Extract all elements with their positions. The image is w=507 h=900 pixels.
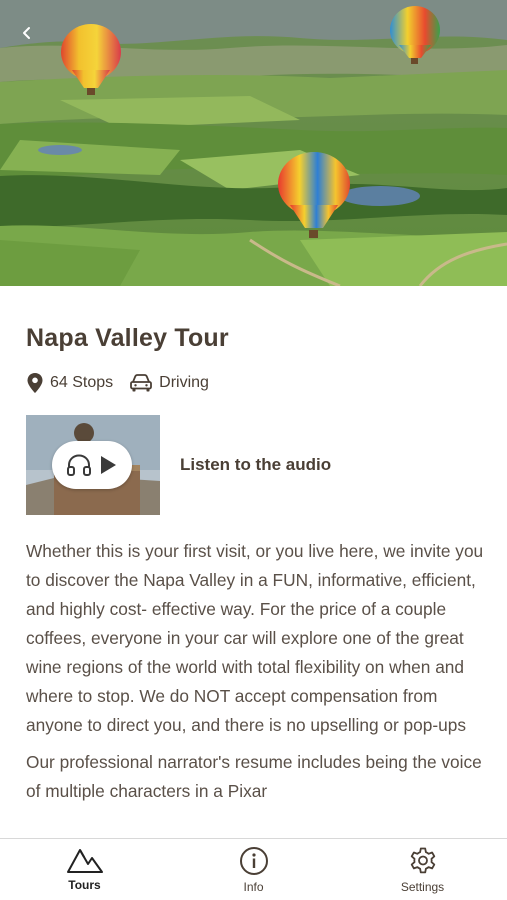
mode-info: Driving	[129, 373, 209, 393]
back-button[interactable]	[14, 20, 40, 46]
car-icon	[130, 374, 153, 392]
tab-settings[interactable]: Settings	[338, 839, 507, 900]
stops-info: 64 Stops	[26, 372, 113, 394]
mountain-icon	[66, 849, 103, 873]
hero-image	[0, 0, 507, 286]
play-audio-button[interactable]	[52, 441, 132, 489]
tour-meta: 64 Stops Driving	[26, 372, 225, 394]
stops-count: 64 Stops	[50, 374, 114, 391]
bottom-tab-bar: Tours Info Settings	[0, 838, 507, 900]
play-icon	[101, 456, 116, 474]
listen-audio-label[interactable]: Listen to the audio	[180, 455, 331, 475]
chevron-left-icon	[23, 27, 30, 39]
audio-player-row[interactable]: Listen to the audio	[26, 415, 486, 515]
location-pin-icon	[27, 373, 43, 393]
tour-description: Whether this is your first visit, or you…	[26, 537, 486, 814]
tab-info[interactable]: Info	[169, 839, 338, 900]
gear-icon	[410, 847, 435, 874]
travel-mode: Driving	[159, 374, 209, 391]
audio-thumbnail[interactable]	[26, 415, 160, 515]
headphones-icon	[67, 454, 91, 476]
tour-detail: Napa Valley Tour 64 Stops Driving Listen…	[0, 286, 507, 838]
info-icon	[239, 847, 268, 875]
tab-label: Settings	[400, 880, 445, 894]
description-paragraph: Our professional narrator's resume inclu…	[26, 752, 482, 801]
tour-title: Napa Valley Tour	[26, 324, 229, 352]
description-paragraph: Whether this is your first visit, or you…	[26, 541, 484, 735]
tab-label: Info	[243, 880, 264, 894]
tab-label: Tours	[68, 878, 101, 892]
tab-tours[interactable]: Tours	[0, 839, 169, 900]
